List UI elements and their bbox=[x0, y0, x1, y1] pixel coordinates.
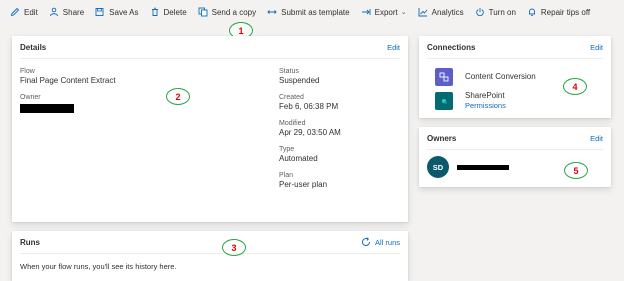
save-as-button[interactable]: Save As bbox=[95, 7, 139, 17]
status-value: Suspended bbox=[279, 76, 320, 85]
connection-name: SharePoint bbox=[465, 91, 505, 100]
trash-icon bbox=[150, 7, 160, 17]
connections-card: Connections Edit Content Conversion Shar… bbox=[419, 36, 611, 118]
save-as-icon bbox=[95, 7, 105, 17]
delete-label: Delete bbox=[163, 7, 187, 17]
connection-item[interactable]: Content Conversion bbox=[435, 68, 536, 86]
flow-name: Final Page Content Extract bbox=[20, 76, 116, 85]
owners-edit-link[interactable]: Edit bbox=[590, 134, 603, 143]
repair-tips-label: Repair tips off bbox=[540, 7, 591, 17]
save-as-label: Save As bbox=[109, 7, 139, 17]
arrows-icon bbox=[267, 7, 277, 17]
submit-template-label: Submit as template bbox=[281, 7, 350, 17]
share-icon bbox=[49, 7, 59, 17]
annotation-marker-5: 5 bbox=[564, 162, 588, 179]
submit-template-button[interactable]: Submit as template bbox=[267, 7, 350, 17]
content-conversion-icon bbox=[435, 68, 453, 86]
delete-button[interactable]: Delete bbox=[150, 7, 187, 17]
export-icon bbox=[361, 7, 371, 17]
all-runs-link[interactable]: All runs bbox=[361, 237, 400, 247]
permissions-link[interactable]: Permissions bbox=[465, 101, 506, 110]
created-value: Feb 6, 06:38 PM bbox=[279, 102, 339, 111]
edit-label: Edit bbox=[24, 7, 38, 17]
annotation-marker-4: 4 bbox=[563, 78, 587, 95]
analytics-button[interactable]: Analytics bbox=[418, 7, 464, 17]
owners-card: Owners Edit SD bbox=[419, 127, 611, 187]
connections-title: Connections bbox=[427, 42, 476, 52]
owners-title: Owners bbox=[427, 133, 457, 143]
turn-on-button[interactable]: Turn on bbox=[475, 7, 516, 17]
annotation-marker-3: 3 bbox=[222, 239, 246, 256]
owner-label: Owner bbox=[20, 94, 41, 101]
command-bar: Edit Share Save As Delete Send a copy Su… bbox=[0, 0, 624, 24]
share-button[interactable]: Share bbox=[49, 7, 84, 17]
owner-redacted bbox=[20, 104, 74, 113]
sharepoint-icon bbox=[435, 91, 453, 110]
modified-value: Apr 29, 03:50 AM bbox=[279, 128, 341, 137]
export-label: Export bbox=[374, 7, 398, 17]
export-button[interactable]: Export ⌄ bbox=[361, 7, 407, 17]
power-icon bbox=[475, 7, 485, 17]
runs-title: Runs bbox=[20, 237, 40, 247]
runs-card: Runs All runs When your flow runs, you'l… bbox=[12, 231, 408, 281]
refresh-icon bbox=[361, 237, 371, 247]
turn-on-label: Turn on bbox=[488, 7, 516, 17]
created-label: Created bbox=[279, 94, 304, 101]
copy-icon bbox=[198, 7, 208, 17]
plan-value: Per-user plan bbox=[279, 180, 328, 189]
modified-label: Modified bbox=[279, 120, 306, 127]
owner-item[interactable]: SD bbox=[427, 156, 509, 178]
repair-tips-button[interactable]: Repair tips off bbox=[527, 7, 590, 17]
analytics-icon bbox=[418, 7, 428, 17]
details-edit-link[interactable]: Edit bbox=[387, 43, 400, 52]
flow-label: Flow bbox=[20, 68, 35, 75]
connection-name: Content Conversion bbox=[465, 72, 536, 81]
plan-label: Plan bbox=[279, 172, 294, 179]
details-title: Details bbox=[20, 42, 47, 52]
details-card: Details Edit Flow Final Page Content Ext… bbox=[12, 36, 408, 222]
type-value: Automated bbox=[279, 154, 318, 163]
avatar: SD bbox=[427, 156, 449, 178]
status-label: Status bbox=[279, 68, 299, 75]
chevron-down-icon: ⌄ bbox=[400, 9, 407, 16]
bell-icon bbox=[527, 7, 537, 17]
edit-button[interactable]: Edit bbox=[10, 7, 38, 17]
annotation-marker-2: 2 bbox=[166, 88, 190, 105]
owner-name-redacted bbox=[457, 164, 509, 170]
pencil-icon bbox=[10, 7, 20, 17]
send-copy-button[interactable]: Send a copy bbox=[198, 7, 256, 17]
connection-item[interactable]: SharePoint Permissions bbox=[435, 91, 506, 110]
analytics-label: Analytics bbox=[431, 7, 464, 17]
runs-empty-text: When your flow runs, you'll see its hist… bbox=[20, 262, 177, 271]
all-runs-label: All runs bbox=[374, 237, 400, 247]
send-copy-label: Send a copy bbox=[211, 7, 257, 17]
connections-edit-link[interactable]: Edit bbox=[590, 43, 603, 52]
type-label: Type bbox=[279, 146, 295, 153]
share-label: Share bbox=[62, 7, 85, 17]
